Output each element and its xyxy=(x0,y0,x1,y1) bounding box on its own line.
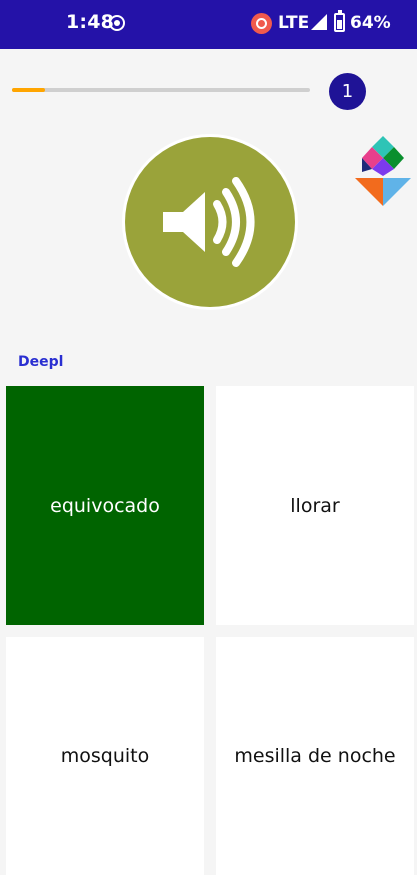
battery-percent: 64% xyxy=(350,13,391,33)
network-type: LTE xyxy=(278,13,310,33)
status-time: 1:48 xyxy=(66,11,115,33)
deepl-link[interactable]: Deepl xyxy=(18,354,63,370)
speaker-icon xyxy=(163,177,255,267)
answer-option-4[interactable]: mesilla de noche xyxy=(216,637,414,875)
signal-icon xyxy=(311,14,327,30)
screen-record-icon xyxy=(109,15,125,31)
hotspot-icon xyxy=(251,13,272,34)
answer-option-3[interactable]: mosquito xyxy=(6,637,204,875)
status-bar: 1:48 LTE 64% xyxy=(0,0,417,49)
play-audio-button[interactable] xyxy=(125,137,295,307)
quiz-progress-bar xyxy=(12,88,310,92)
app-logo-icon xyxy=(354,136,412,208)
answer-option-1[interactable]: equivocado xyxy=(6,386,204,625)
answer-option-2[interactable]: llorar xyxy=(216,386,414,625)
quiz-progress-fill xyxy=(12,88,45,92)
question-counter-badge: 1 xyxy=(329,73,366,110)
battery-charging-icon xyxy=(334,10,345,32)
